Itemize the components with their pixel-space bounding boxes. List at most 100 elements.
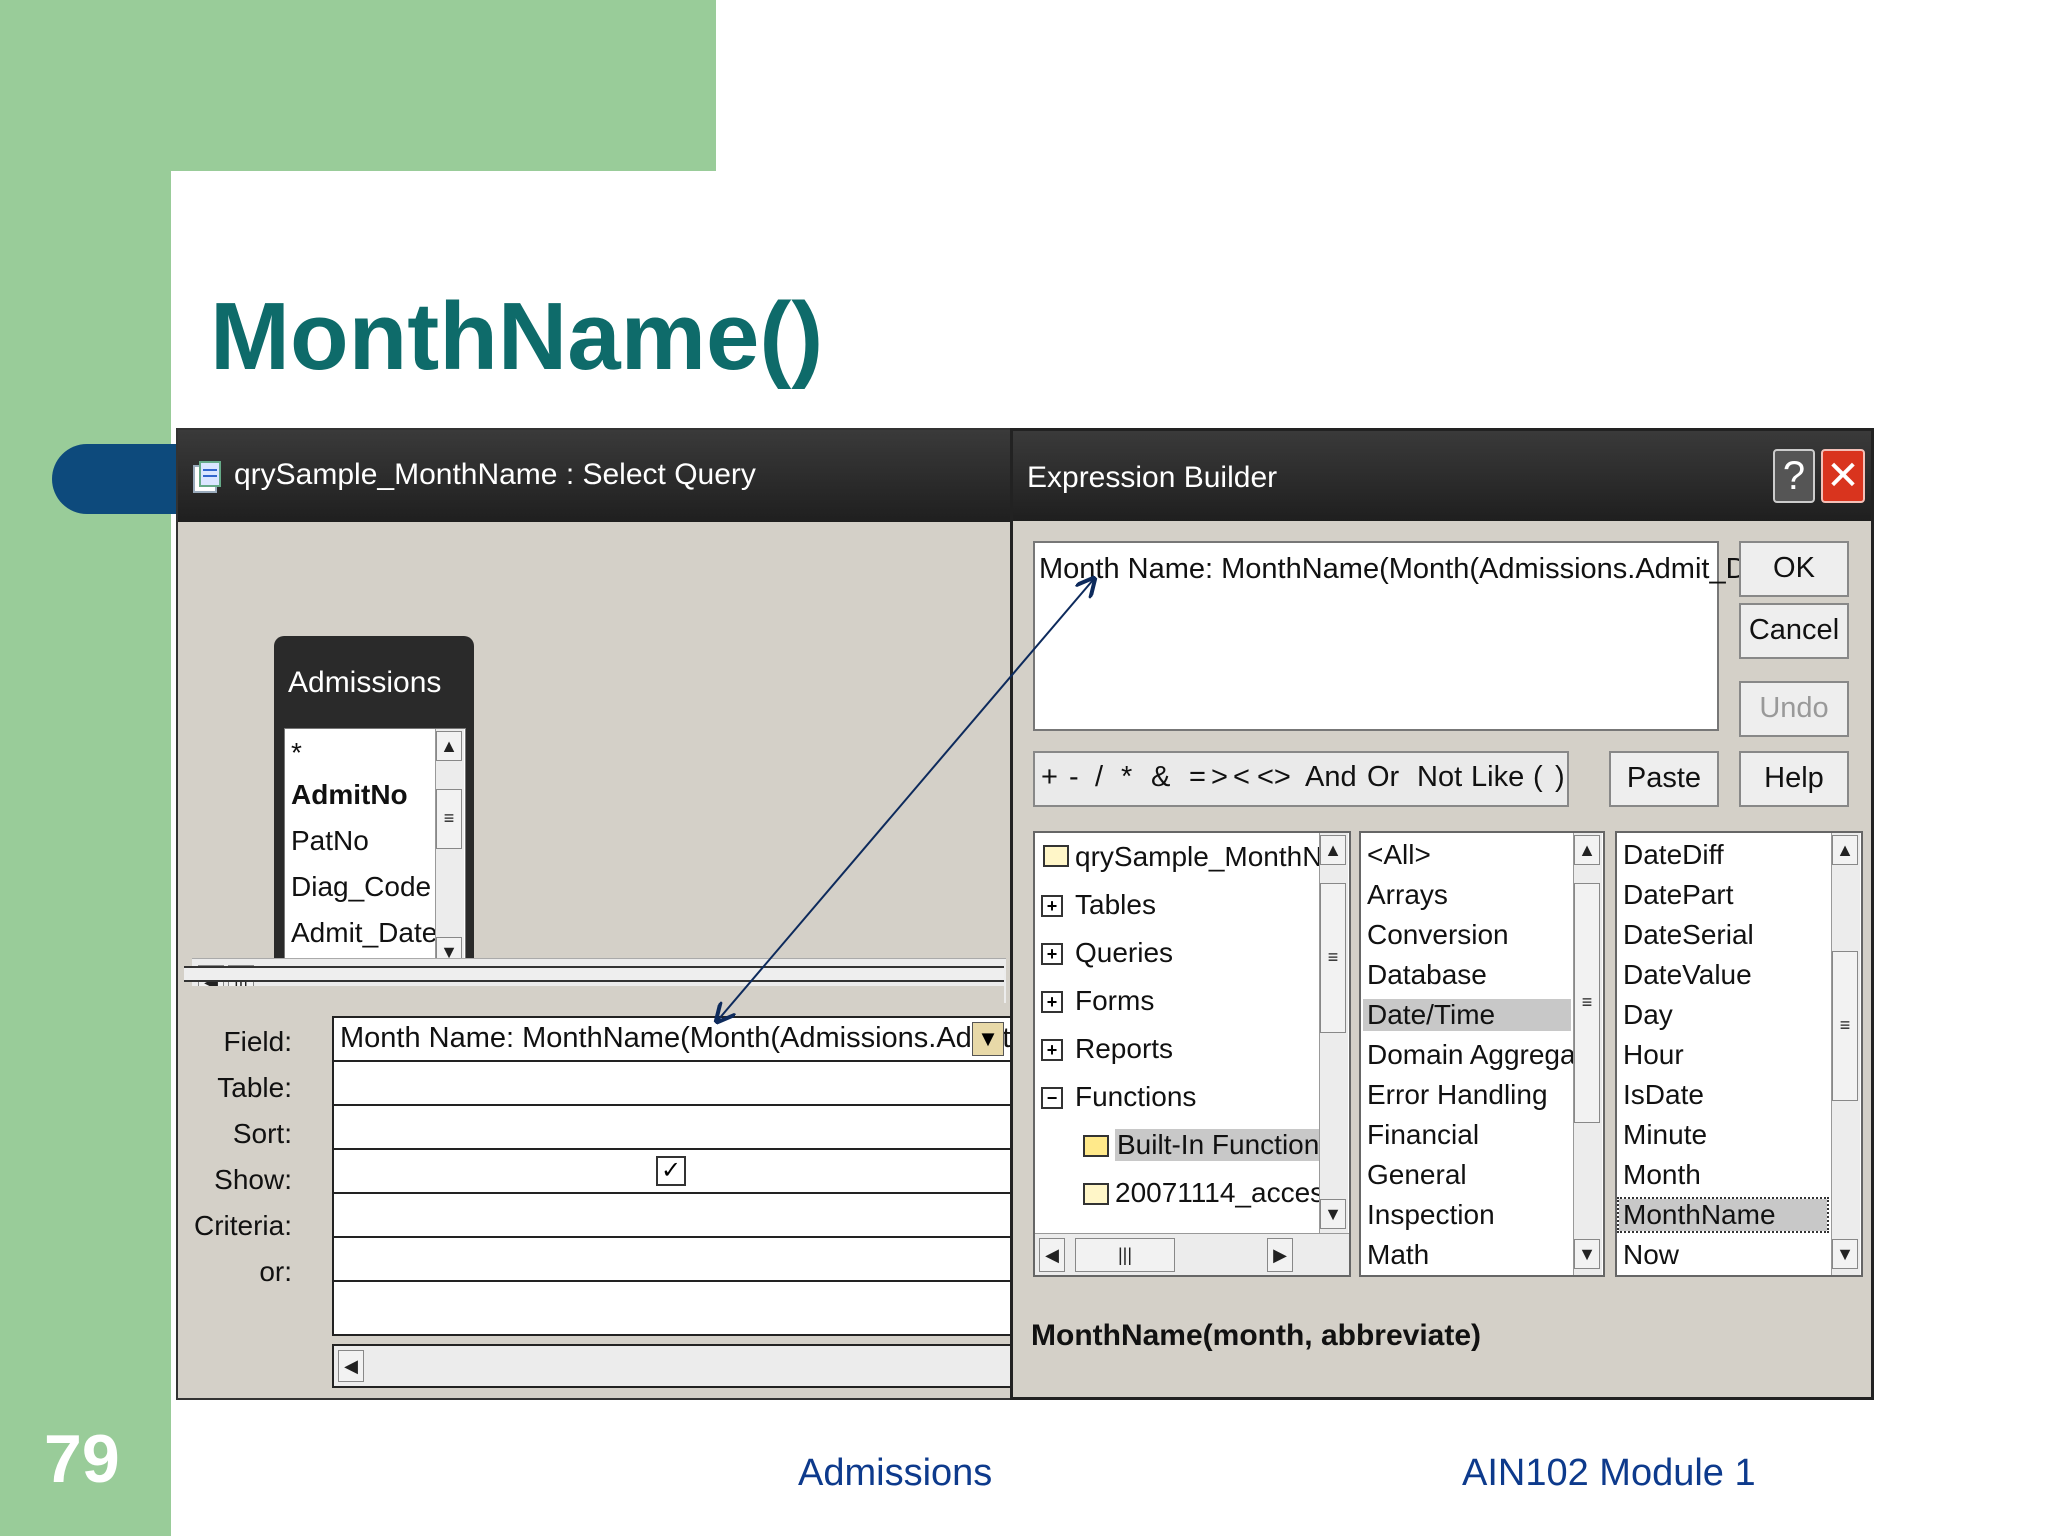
op-minus-button[interactable]: - — [1069, 761, 1079, 794]
op-open-paren-button[interactable]: ( — [1533, 761, 1543, 794]
pane-splitter[interactable] — [184, 966, 1004, 982]
category-list[interactable]: <All> Arrays Conversion Database Date/Ti… — [1359, 831, 1605, 1277]
tree-hscrollbar[interactable]: ◀ ||| ▶ — [1035, 1233, 1349, 1275]
category-vscrollbar[interactable]: ▲ ≡ ▼ — [1573, 833, 1602, 1275]
op-and-button[interactable]: And — [1305, 761, 1357, 794]
category-item[interactable]: Conversion — [1367, 919, 1509, 951]
tree-item-reports[interactable]: Reports — [1075, 1033, 1173, 1065]
scroll-thumb[interactable]: ≡ — [1832, 951, 1858, 1101]
function-vscrollbar[interactable]: ▲ ≡ ▼ — [1831, 833, 1860, 1275]
function-list[interactable]: DateDiff DatePart DateSerial DateValue D… — [1615, 831, 1863, 1277]
collapse-minus-icon[interactable]: − — [1041, 1087, 1063, 1109]
ok-button[interactable]: OK — [1739, 541, 1849, 597]
op-less-button[interactable]: < — [1233, 761, 1250, 794]
hscroll-thumb[interactable]: ||| — [1075, 1238, 1175, 1272]
function-item[interactable]: Minute — [1623, 1119, 1707, 1151]
function-item[interactable]: Day — [1623, 999, 1673, 1031]
scroll-up-icon[interactable]: ▲ — [436, 731, 462, 761]
show-checkbox[interactable]: ✓ — [656, 1156, 686, 1186]
category-item[interactable]: Financial — [1367, 1119, 1479, 1151]
folder-tree[interactable]: qrySample_MonthNar + Tables + Queries + … — [1033, 831, 1351, 1277]
field-item-diag-code[interactable]: Diag_Code — [291, 871, 431, 903]
scroll-down-icon[interactable]: ▼ — [1574, 1239, 1600, 1269]
admissions-table-box[interactable]: Admissions * AdmitNo PatNo Diag_Code Adm… — [274, 636, 474, 980]
category-item[interactable]: Database — [1367, 959, 1487, 991]
help-button[interactable]: Help — [1739, 751, 1849, 807]
category-item[interactable]: General — [1367, 1159, 1467, 1191]
op-close-paren-button[interactable]: ) — [1555, 761, 1565, 794]
tree-item-query[interactable]: qrySample_MonthNar — [1075, 841, 1347, 873]
scroll-left-icon[interactable]: ◀ — [1039, 1238, 1065, 1272]
chevron-down-icon[interactable]: ▼ — [972, 1022, 1004, 1056]
tree-vscrollbar[interactable]: ▲ ≡ ▼ — [1319, 833, 1348, 1233]
field-item-admitno[interactable]: AdmitNo — [291, 779, 408, 811]
category-item[interactable]: Error Handling — [1367, 1079, 1548, 1111]
expression-input[interactable]: Month Name: MonthName(Month(Admissions.A… — [1033, 541, 1806, 731]
op-multiply-button[interactable]: * — [1121, 761, 1132, 794]
op-not-button[interactable]: Not — [1417, 761, 1462, 794]
grid-row-or[interactable] — [334, 1238, 1010, 1282]
grid-row-show[interactable]: ✓ — [334, 1150, 1010, 1194]
table-field-list[interactable]: * AdmitNo PatNo Diag_Code Admit_Date ▲ ≡… — [284, 728, 466, 974]
grid-row-sort[interactable] — [334, 1106, 1010, 1150]
tree-item-database[interactable]: 20071114_access — [1115, 1177, 1338, 1209]
tree-item-built-in-functions[interactable]: Built-In Functions — [1115, 1129, 1336, 1161]
op-or-button[interactable]: Or — [1367, 761, 1399, 794]
scroll-thumb[interactable]: ≡ — [436, 789, 462, 849]
op-equals-button[interactable]: = — [1189, 761, 1206, 794]
tree-item-functions[interactable]: Functions — [1075, 1081, 1196, 1113]
expand-plus-icon[interactable]: + — [1041, 943, 1063, 965]
op-divide-button[interactable]: / — [1095, 761, 1103, 794]
function-item[interactable]: DateValue — [1623, 959, 1752, 991]
paste-button[interactable]: Paste — [1609, 751, 1719, 807]
op-concat-button[interactable]: & — [1151, 761, 1170, 794]
field-list-scrollbar[interactable]: ▲ ≡ ▼ — [435, 729, 464, 971]
scroll-left-icon[interactable]: ◀ — [338, 1350, 364, 1382]
scroll-down-icon[interactable]: ▼ — [1832, 1239, 1858, 1269]
scroll-up-icon[interactable]: ▲ — [1574, 835, 1600, 865]
function-item[interactable]: DatePart — [1623, 879, 1734, 911]
category-item[interactable]: <All> — [1367, 839, 1431, 871]
scroll-right-icon[interactable]: ▶ — [1267, 1238, 1293, 1272]
function-item[interactable]: Hour — [1623, 1039, 1684, 1071]
function-item[interactable]: Month — [1623, 1159, 1701, 1191]
tree-item-queries[interactable]: Queries — [1075, 937, 1173, 969]
tree-item-tables[interactable]: Tables — [1075, 889, 1156, 921]
scroll-thumb[interactable]: ≡ — [1320, 883, 1346, 1033]
expand-plus-icon[interactable]: + — [1041, 1039, 1063, 1061]
function-item-selected[interactable]: MonthName — [1617, 1197, 1829, 1233]
grid-hscrollbar[interactable]: ◀ — [332, 1344, 1012, 1388]
function-item[interactable]: IsDate — [1623, 1079, 1704, 1111]
expand-plus-icon[interactable]: + — [1041, 895, 1063, 917]
category-item-selected[interactable]: Date/Time — [1363, 999, 1571, 1031]
op-notequal-button[interactable]: <> — [1257, 761, 1291, 794]
function-item[interactable]: Now — [1623, 1239, 1679, 1271]
field-item-all[interactable]: * — [291, 737, 302, 769]
category-item[interactable]: Arrays — [1367, 879, 1448, 911]
field-item-admit-date[interactable]: Admit_Date — [291, 917, 437, 949]
close-icon[interactable]: ✕ — [1821, 449, 1865, 503]
tree-item-forms[interactable]: Forms — [1075, 985, 1154, 1017]
grid-row-table[interactable] — [334, 1062, 1010, 1106]
expression-builder-titlebar[interactable]: Expression Builder ? ✕ — [1013, 431, 1871, 521]
scroll-up-icon[interactable]: ▲ — [1832, 835, 1858, 865]
category-item[interactable]: Domain Aggregate — [1367, 1039, 1599, 1071]
scroll-thumb[interactable]: ≡ — [1574, 883, 1600, 1123]
scroll-down-icon[interactable]: ▼ — [1320, 1199, 1346, 1229]
scroll-up-icon[interactable]: ▲ — [1320, 835, 1346, 865]
grid-row-field[interactable]: Month Name: MonthName(Month(Admissions.A… — [334, 1018, 1107, 1062]
op-like-button[interactable]: Like — [1471, 761, 1524, 794]
field-item-patno[interactable]: PatNo — [291, 825, 369, 857]
category-item[interactable]: Inspection — [1367, 1199, 1495, 1231]
query-titlebar[interactable]: qrySample_MonthName : Select Query — [178, 430, 1010, 522]
help-icon[interactable]: ? — [1773, 449, 1815, 503]
function-item[interactable]: DateSerial — [1623, 919, 1754, 951]
function-item[interactable]: DateDiff — [1623, 839, 1724, 871]
op-plus-button[interactable]: + — [1041, 761, 1058, 794]
cancel-button[interactable]: Cancel — [1739, 603, 1849, 659]
op-greater-button[interactable]: > — [1211, 761, 1228, 794]
category-item[interactable]: Math — [1367, 1239, 1429, 1271]
undo-button[interactable]: Undo — [1739, 681, 1849, 737]
expand-plus-icon[interactable]: + — [1041, 991, 1063, 1013]
grid-row-criteria[interactable] — [334, 1194, 1010, 1238]
